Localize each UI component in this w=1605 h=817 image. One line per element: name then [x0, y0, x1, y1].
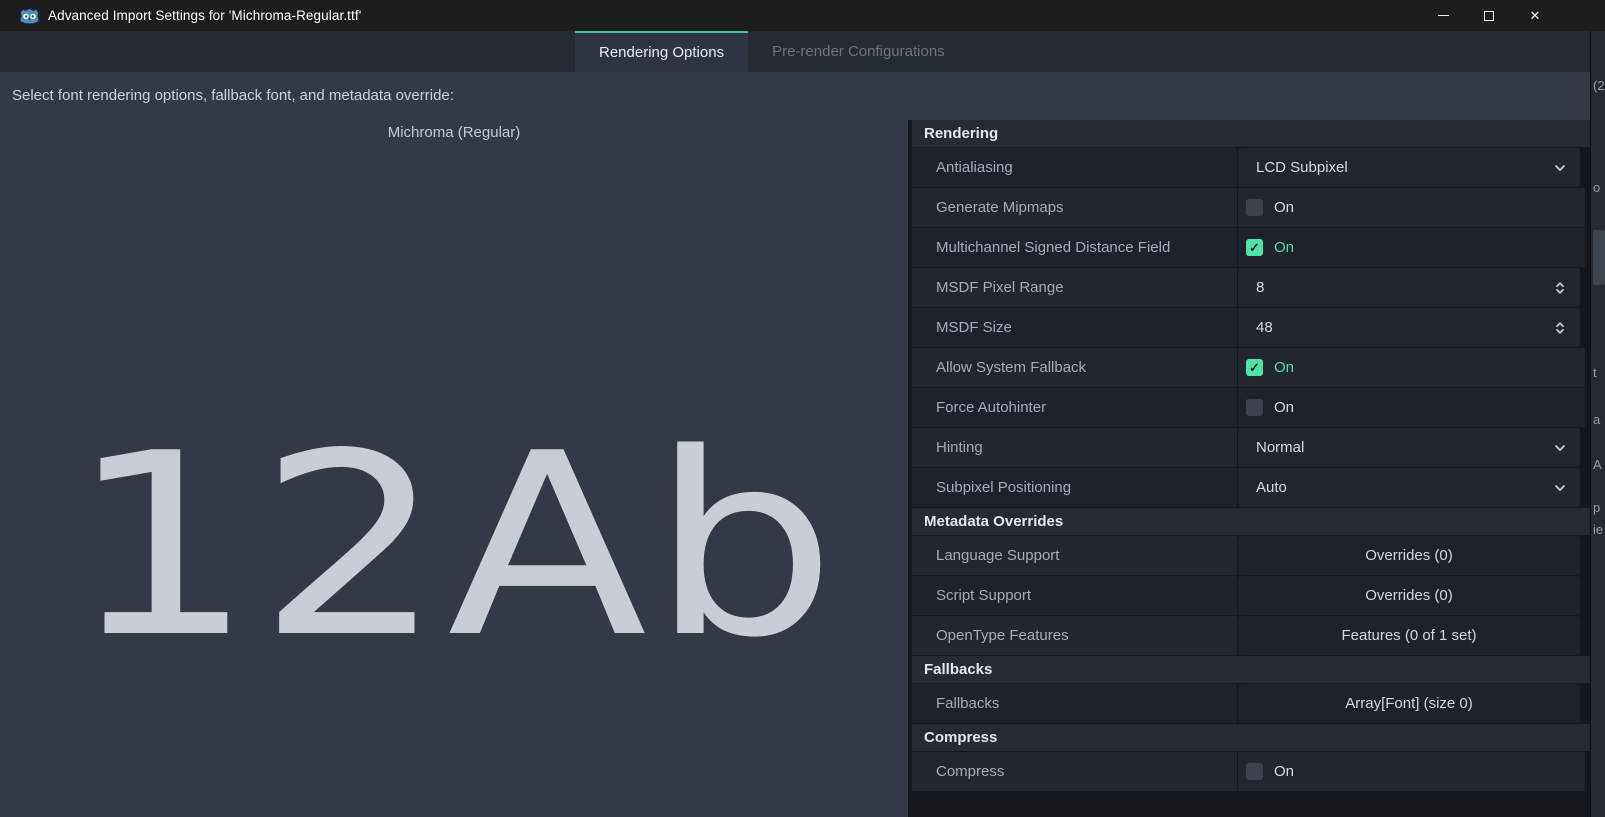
- property-label: Script Support: [912, 576, 1238, 615]
- property-label: Compress: [912, 752, 1238, 791]
- property-row-fallbacks: FallbacksArray[Font] (size 0): [912, 684, 1590, 723]
- chevron-down-icon: [1552, 480, 1568, 496]
- tab-pre-render-configurations[interactable]: Pre-render Configurations: [748, 31, 969, 72]
- property-row-msdf-size: MSDF Size 48: [912, 308, 1590, 347]
- property-label: MSDF Size: [912, 308, 1238, 347]
- property-label: OpenType Features: [912, 616, 1238, 655]
- fallbacks-button[interactable]: Array[Font] (size 0): [1238, 684, 1580, 723]
- font-preview-sample: 12Ab: [0, 408, 981, 685]
- script-support-button[interactable]: Overrides (0): [1238, 576, 1580, 615]
- property-row-script-support: Script SupportOverrides (0): [912, 576, 1590, 615]
- property-label: Allow System Fallback: [912, 348, 1238, 387]
- section-header-metadata-overrides[interactable]: Metadata Overrides: [912, 508, 1590, 535]
- checkbox-state-label: On: [1274, 239, 1294, 256]
- checkbox-state-label: On: [1274, 359, 1294, 376]
- field-value: 48: [1256, 319, 1552, 336]
- background-text-fragment: p: [1593, 500, 1600, 515]
- property-label: Multichannel Signed Distance Field: [912, 228, 1238, 267]
- subpixel-positioning-dropdown[interactable]: Auto: [1238, 468, 1580, 507]
- allow-system-fallback-checkbox[interactable]: ✓: [1246, 359, 1263, 376]
- msdf-size-spinner[interactable]: 48: [1238, 308, 1580, 347]
- tab-label: Rendering Options: [599, 44, 724, 61]
- property-row-multichannel-signed-distance-field: Multichannel Signed Distance Field ✓ On: [912, 228, 1590, 267]
- property-row-language-support: Language SupportOverrides (0): [912, 536, 1590, 575]
- property-row-antialiasing: Antialiasing LCD Subpixel: [912, 148, 1590, 187]
- tab-rendering-options[interactable]: Rendering Options: [575, 31, 748, 72]
- property-row-msdf-pixel-range: MSDF Pixel Range 8: [912, 268, 1590, 307]
- advanced-import-settings-window: Advanced Import Settings for 'Michroma-R…: [0, 0, 1605, 817]
- checkbox-state-label: On: [1274, 199, 1294, 216]
- field-value: Normal: [1256, 439, 1552, 456]
- property-label: Language Support: [912, 536, 1238, 575]
- property-label: MSDF Pixel Range: [912, 268, 1238, 307]
- property-row-compress: Compress On: [912, 752, 1590, 791]
- checkbox-state-label: On: [1274, 399, 1294, 416]
- maximize-button[interactable]: [1466, 0, 1512, 31]
- font-settings-inspector: RenderingAntialiasing LCD Subpixel Generat…: [908, 120, 1590, 817]
- background-text-fragment: o: [1593, 180, 1600, 195]
- title-bar: Advanced Import Settings for 'Michroma-R…: [0, 0, 1605, 31]
- property-label: Force Autohinter: [912, 388, 1238, 427]
- tab-bar: Rendering Options Pre-render Configurati…: [0, 31, 1590, 72]
- msdf-pixel-range-spinner[interactable]: 8: [1238, 268, 1580, 307]
- property-row-hinting: Hinting Normal: [912, 428, 1590, 467]
- chevron-down-icon: [1552, 160, 1568, 176]
- property-label: Generate Mipmaps: [912, 188, 1238, 227]
- property-row-generate-mipmaps: Generate Mipmaps On: [912, 188, 1590, 227]
- property-row-subpixel-positioning: Subpixel Positioning Auto: [912, 468, 1590, 507]
- field-value: 8: [1256, 279, 1552, 296]
- property-row-force-autohinter: Force Autohinter On: [912, 388, 1590, 427]
- opentype-features-button[interactable]: Features (0 of 1 set): [1238, 616, 1580, 655]
- language-support-button[interactable]: Overrides (0): [1238, 536, 1580, 575]
- maximize-icon: [1484, 11, 1494, 21]
- godot-logo-icon: [20, 8, 39, 24]
- spin-updown-icon: [1552, 280, 1568, 296]
- minimize-icon: [1438, 15, 1449, 17]
- property-row-allow-system-fallback: Allow System Fallback ✓ On: [912, 348, 1590, 387]
- background-text-fragment: a: [1593, 412, 1600, 427]
- tab-label: Pre-render Configurations: [772, 43, 945, 60]
- background-text-fragment: t: [1593, 365, 1597, 380]
- section-header-fallbacks[interactable]: Fallbacks: [912, 656, 1590, 683]
- window-title: Advanced Import Settings for 'Michroma-R…: [48, 8, 361, 23]
- section-header-rendering[interactable]: Rendering: [912, 120, 1590, 147]
- minimize-button[interactable]: [1420, 0, 1466, 31]
- property-label: Fallbacks: [912, 684, 1238, 723]
- generate-mipmaps-checkbox[interactable]: [1246, 199, 1263, 216]
- property-label: Antialiasing: [912, 148, 1238, 187]
- background-text-fragment: A: [1593, 457, 1602, 472]
- background-text-fragment: (2: [1593, 78, 1605, 93]
- property-label: Subpixel Positioning: [912, 468, 1238, 507]
- force-autohinter-checkbox[interactable]: [1246, 399, 1263, 416]
- chevron-down-icon: [1552, 440, 1568, 456]
- field-value: Auto: [1256, 479, 1552, 496]
- instruction-text: Select font rendering options, fallback …: [12, 87, 454, 104]
- compress-checkbox[interactable]: [1246, 763, 1263, 780]
- close-icon: ✕: [1530, 9, 1541, 22]
- background-editor-sliver: (2 o t a Ap ie: [1590, 31, 1605, 817]
- font-name-label: Michroma (Regular): [0, 124, 908, 141]
- section-header-compress[interactable]: Compress: [912, 724, 1590, 751]
- multichannel-signed-distance-field-checkbox[interactable]: ✓: [1246, 239, 1263, 256]
- hinting-dropdown[interactable]: Normal: [1238, 428, 1580, 467]
- checkbox-state-label: On: [1274, 763, 1294, 780]
- property-label: Hinting: [912, 428, 1238, 467]
- background-editor-block: [1593, 230, 1605, 285]
- antialiasing-dropdown[interactable]: LCD Subpixel: [1238, 148, 1580, 187]
- field-value: LCD Subpixel: [1256, 159, 1552, 176]
- close-button[interactable]: ✕: [1512, 0, 1558, 31]
- property-row-opentype-features: OpenType FeaturesFeatures (0 of 1 set): [912, 616, 1590, 655]
- spin-updown-icon: [1552, 320, 1568, 336]
- background-text-fragment: ie: [1593, 522, 1603, 537]
